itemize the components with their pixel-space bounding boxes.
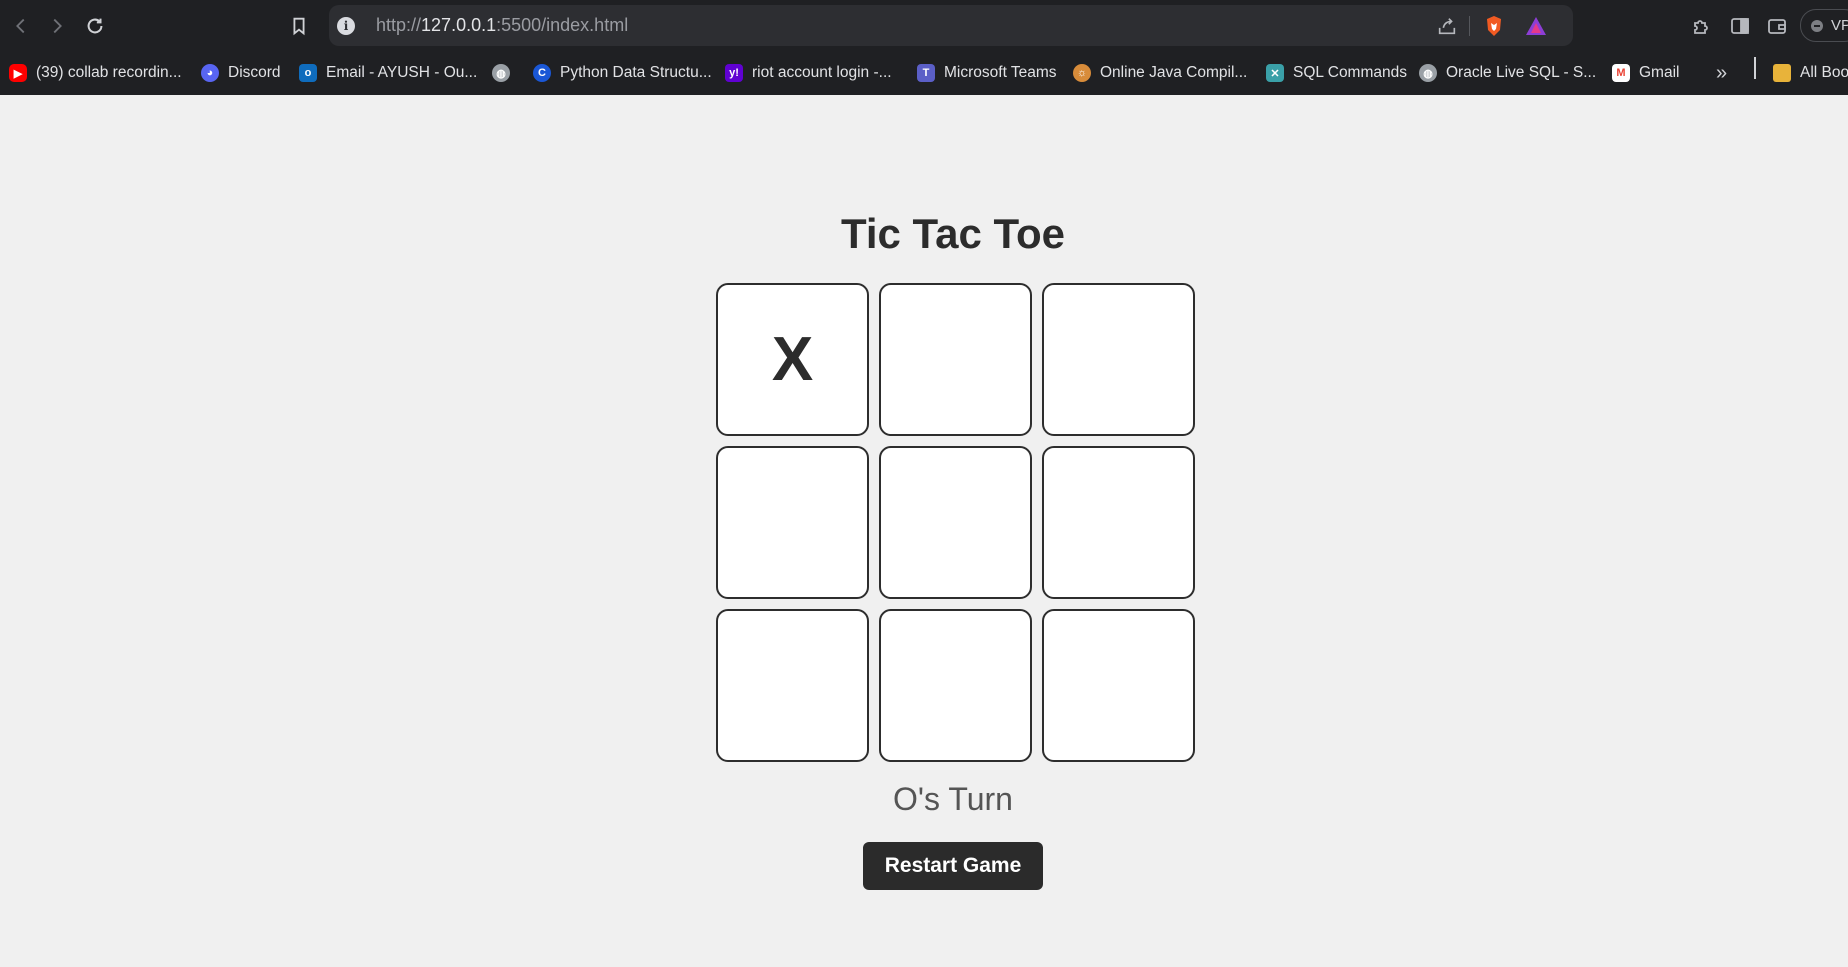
bookmark-item[interactable]: ◍ Oracle Live SQL - S... — [1419, 62, 1596, 84]
vpn-label: VPN — [1831, 17, 1848, 34]
bookmark-label: riot account login -... — [752, 64, 892, 81]
bookmark-page-button[interactable] — [285, 12, 313, 40]
bookmark-item[interactable]: ☼ Online Java Compil... — [1073, 62, 1247, 84]
chevron-left-icon — [16, 18, 25, 34]
address-bar-divider — [1469, 16, 1470, 36]
board-cell-9[interactable] — [1042, 609, 1195, 762]
board-cell-2[interactable] — [879, 283, 1032, 436]
bookmark-item[interactable]: ◕ Discord — [201, 62, 281, 84]
wallet-icon[interactable] — [1765, 14, 1789, 38]
more-bookmarks-button[interactable]: » — [1716, 62, 1727, 85]
discord-icon: ◕ — [201, 64, 219, 82]
gmail-icon: M — [1612, 64, 1630, 82]
bookmark-icon — [293, 17, 305, 36]
page-title: Tic Tac Toe — [840, 210, 1066, 257]
forward-button[interactable] — [43, 12, 71, 40]
sql-icon: ✕ — [1266, 64, 1284, 82]
board-cell-7[interactable] — [716, 609, 869, 762]
reload-button[interactable] — [81, 12, 109, 40]
outlook-icon: o — [299, 64, 317, 82]
bookmark-label: Microsoft Teams — [944, 64, 1057, 81]
bookmarks-divider — [1754, 57, 1756, 79]
bookmark-label: (39) collab recordin... — [36, 64, 182, 81]
globe-icon: ◍ — [492, 64, 510, 82]
board-cell-4[interactable] — [716, 446, 869, 599]
bookmark-label: Python Data Structu... — [560, 64, 712, 81]
bookmark-label: All Boo — [1800, 64, 1848, 81]
url-scheme: http:// — [376, 15, 422, 35]
bookmark-label: Email - AYUSH - Ou... — [326, 64, 478, 81]
browser-chrome: i http://127.0.0.1:5500/index.html VPN ▶… — [0, 0, 1848, 95]
address-bar[interactable]: i http://127.0.0.1:5500/index.html — [329, 5, 1573, 46]
sidebar-toggle-icon[interactable] — [1728, 14, 1752, 38]
board-cell-3[interactable] — [1042, 283, 1195, 436]
board-cell-8[interactable] — [879, 609, 1032, 762]
share-icon[interactable] — [1436, 15, 1458, 37]
java-compiler-icon: ☼ — [1073, 64, 1091, 82]
bookmark-label: Oracle Live SQL - S... — [1446, 64, 1597, 81]
board-cell-1[interactable]: X — [716, 283, 869, 436]
board-cell-5[interactable] — [879, 446, 1032, 599]
brave-rewards-icon[interactable] — [1524, 15, 1548, 37]
game-page: Tic Tac Toe X O's Turn Restart Game — [0, 95, 1848, 967]
all-bookmarks-folder[interactable]: All Boo — [1773, 62, 1848, 84]
browser-toolbar: i http://127.0.0.1:5500/index.html VPN — [0, 0, 1848, 50]
vpn-button[interactable]: VPN — [1800, 9, 1848, 42]
globe-icon: ◍ — [1419, 64, 1437, 82]
game-board: X — [716, 283, 1195, 762]
bookmark-item[interactable]: C Python Data Structu... — [533, 62, 712, 84]
chevron-right-icon — [53, 18, 62, 34]
turn-status: O's Turn — [893, 781, 1013, 817]
bookmark-item[interactable]: y! riot account login -... — [725, 62, 892, 84]
bookmark-item[interactable]: ✕ SQL Commands — [1266, 62, 1407, 84]
bookmark-item[interactable]: ◍ — [492, 62, 519, 84]
teams-icon: T — [917, 64, 935, 82]
back-button[interactable] — [7, 12, 35, 40]
restart-game-button[interactable]: Restart Game — [863, 842, 1043, 890]
folder-icon — [1773, 64, 1791, 82]
youtube-icon: ▶ — [9, 64, 27, 82]
extensions-icon[interactable] — [1690, 14, 1714, 38]
bookmark-item[interactable]: M Gmail — [1612, 62, 1679, 84]
bookmark-item[interactable]: T Microsoft Teams — [917, 62, 1057, 84]
bookmark-label: Gmail — [1639, 64, 1680, 81]
bookmark-item[interactable]: o Email - AYUSH - Ou... — [299, 62, 477, 84]
c-logo-icon: C — [533, 64, 551, 82]
bookmark-label: SQL Commands — [1293, 64, 1407, 81]
bookmarks-bar: ▶ (39) collab recordin... ◕ Discord o Em… — [0, 50, 1848, 95]
url-text[interactable]: http://127.0.0.1:5500/index.html — [376, 15, 628, 36]
vpn-status-icon — [1811, 20, 1823, 32]
site-info-icon[interactable]: i — [337, 17, 355, 35]
bookmark-label: Discord — [228, 64, 281, 81]
board-cell-6[interactable] — [1042, 446, 1195, 599]
brave-shields-icon[interactable] — [1482, 14, 1506, 38]
url-path: :5500/index.html — [496, 15, 629, 35]
reload-icon — [87, 18, 103, 34]
bookmark-label: Online Java Compil... — [1100, 64, 1248, 81]
url-host: 127.0.0.1 — [421, 15, 497, 35]
yahoo-icon: y! — [725, 64, 743, 82]
bookmark-item[interactable]: ▶ (39) collab recordin... — [9, 62, 182, 84]
